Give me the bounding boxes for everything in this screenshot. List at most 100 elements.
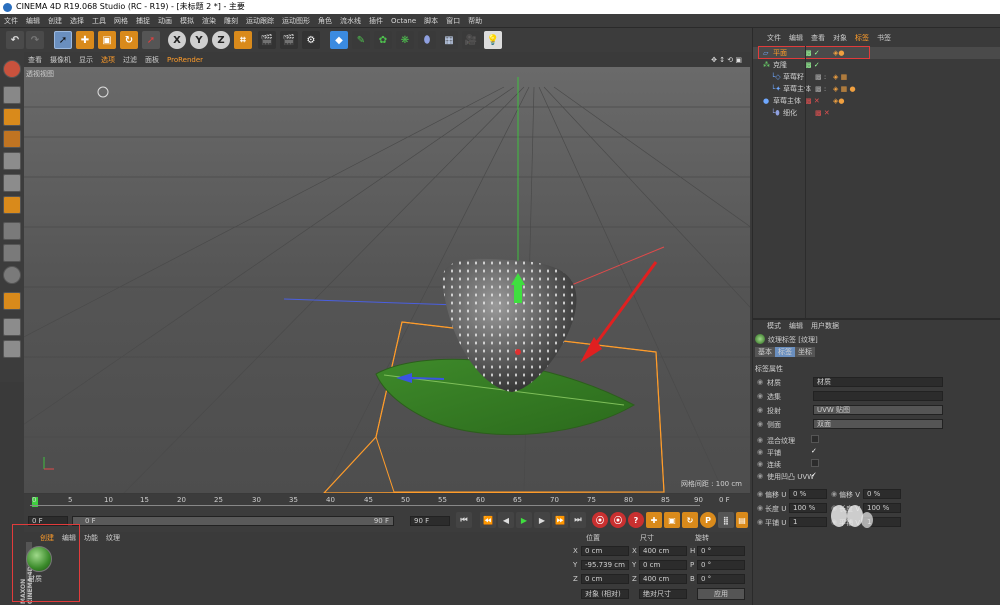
am-tab-userdata[interactable]: 用户数据: [807, 320, 843, 332]
object-row[interactable]: └⬮ 细化 ▩ ✕: [753, 107, 1000, 119]
menu-plugins[interactable]: 插件: [365, 14, 387, 28]
cube-primitive-icon[interactable]: ◆: [330, 31, 348, 49]
tweak-mode-icon[interactable]: [3, 244, 21, 262]
subtab-coordinates[interactable]: 坐标: [795, 347, 815, 357]
side-dropdown[interactable]: 双面: [813, 419, 943, 429]
om-tab-edit[interactable]: 编辑: [785, 32, 807, 44]
radio-dot[interactable]: ◉: [757, 460, 763, 468]
offset-u-field[interactable]: 0 %: [789, 489, 827, 499]
radio-dot[interactable]: ◉: [757, 378, 763, 386]
menu-select[interactable]: 选择: [66, 14, 88, 28]
render-view-icon[interactable]: 🎬: [258, 31, 276, 49]
move-tool-icon[interactable]: ✚: [76, 31, 94, 49]
object-name[interactable]: 草莓主体: [773, 95, 801, 107]
camera-icon[interactable]: 🎥: [462, 31, 480, 49]
workplane-lock-icon[interactable]: [3, 292, 21, 310]
tag-icons[interactable]: ◈●: [833, 95, 845, 107]
object-visibility-icon[interactable]: ▩ :: [815, 71, 826, 83]
menu-simulate[interactable]: 模拟: [176, 14, 198, 28]
texture-mode-icon[interactable]: [3, 108, 21, 126]
make-editable-icon[interactable]: [3, 60, 21, 78]
go-to-end-icon[interactable]: ⏭: [570, 512, 586, 528]
om-tab-file[interactable]: 文件: [763, 32, 785, 44]
vp-menu-prorender[interactable]: ProRender: [163, 54, 207, 67]
om-tab-tags[interactable]: 标签: [851, 32, 873, 44]
next-key-icon[interactable]: ⏩: [552, 512, 568, 528]
menu-pipeline[interactable]: 流水线: [336, 14, 365, 28]
deformer-icon[interactable]: ⬮: [418, 31, 436, 49]
object-name[interactable]: 细化: [783, 107, 797, 119]
mat-tab-function[interactable]: 功能: [80, 532, 102, 544]
menu-animate[interactable]: 动画: [154, 14, 176, 28]
object-row[interactable]: └◇ 草莓籽 ▩ : ◈ ▦: [753, 71, 1000, 83]
end-frame-field[interactable]: 90 F: [410, 516, 450, 526]
offset-v-field[interactable]: 0 %: [863, 489, 901, 499]
menu-help[interactable]: 帮助: [464, 14, 486, 28]
workplane-mode-icon[interactable]: [3, 130, 21, 148]
key-scale-icon[interactable]: ▣: [664, 512, 680, 528]
radio-dot[interactable]: ◉: [757, 420, 763, 428]
om-tab-bookmarks[interactable]: 书签: [873, 32, 895, 44]
radio-dot[interactable]: ◉: [757, 490, 763, 498]
radio-dot[interactable]: ◉: [757, 448, 763, 456]
vp-menu-panel[interactable]: 面板: [141, 54, 163, 67]
subdivision-surface-icon[interactable]: ✿: [374, 31, 392, 49]
axis-mode-icon[interactable]: [3, 222, 21, 240]
record-key-icon[interactable]: ⦿: [592, 512, 608, 528]
rotate-tool-icon[interactable]: ↻: [120, 31, 138, 49]
menu-motion-tracking[interactable]: 运动跟踪: [242, 14, 278, 28]
rotation-b-field[interactable]: 0 °: [697, 574, 745, 584]
edges-mode-icon[interactable]: [3, 174, 21, 192]
coord-mode-dropdown[interactable]: 对象 (相对): [581, 589, 629, 599]
apply-button[interactable]: 应用: [697, 588, 745, 600]
menu-mesh[interactable]: 网格: [110, 14, 132, 28]
rotation-p-field[interactable]: 0 °: [697, 560, 745, 570]
menu-create[interactable]: 创建: [44, 14, 66, 28]
points-mode-icon[interactable]: [3, 152, 21, 170]
redo-icon[interactable]: ↷: [26, 31, 44, 49]
select-tool-icon[interactable]: ➚: [54, 31, 72, 49]
snap-icon[interactable]: [3, 266, 21, 284]
radio-dot[interactable]: ◉: [757, 406, 763, 414]
position-y-field[interactable]: -95.739 cm: [581, 560, 629, 570]
selection-field[interactable]: [813, 391, 943, 401]
play-icon[interactable]: ▶: [516, 512, 532, 528]
object-visibility-icon[interactable]: ▩ ✓: [805, 59, 820, 71]
object-name[interactable]: 草莓籽: [783, 71, 804, 83]
key-param-icon[interactable]: P: [700, 512, 716, 528]
key-selection-icon[interactable]: ?: [628, 512, 644, 528]
object-visibility-icon[interactable]: ▩ ✕: [815, 107, 830, 119]
scale-tool-icon[interactable]: ▣: [98, 31, 116, 49]
size-mode-dropdown[interactable]: 绝对尺寸: [639, 589, 687, 599]
menu-mograph[interactable]: 运动图形: [278, 14, 314, 28]
menu-script[interactable]: 脚本: [420, 14, 442, 28]
radio-dot[interactable]: ◉: [757, 436, 763, 444]
vp-menu-filter[interactable]: 过滤: [119, 54, 141, 67]
object-row[interactable]: ● 草莓主体 ▩ ✕ ◈●: [753, 95, 1000, 107]
position-z-field[interactable]: 0 cm: [581, 574, 629, 584]
mat-tab-texture[interactable]: 纹理: [102, 532, 124, 544]
object-visibility-icon[interactable]: ▩ ✕: [805, 95, 820, 107]
menu-edit[interactable]: 编辑: [22, 14, 44, 28]
auto-key-icon[interactable]: ⦿: [610, 512, 626, 528]
size-z-field[interactable]: 400 cm: [639, 574, 687, 584]
polygons-mode-icon[interactable]: [3, 196, 21, 214]
tile-checkbox[interactable]: ✓: [811, 447, 819, 455]
vp-menu-cameras[interactable]: 摄像机: [46, 54, 75, 67]
menu-tools[interactable]: 工具: [88, 14, 110, 28]
timeline-settings-icon[interactable]: ▤: [736, 512, 748, 528]
previous-key-icon[interactable]: ⏪: [480, 512, 496, 528]
grid-icon[interactable]: [3, 318, 21, 336]
radio-dot[interactable]: ◉: [757, 472, 763, 480]
key-rotation-icon[interactable]: ↻: [682, 512, 698, 528]
solo-mode-icon[interactable]: [3, 340, 21, 358]
menu-snap[interactable]: 捕捉: [132, 14, 154, 28]
tag-icons[interactable]: ◈ ▦ ●: [833, 83, 856, 95]
undo-icon[interactable]: ↶: [6, 31, 24, 49]
cloner-icon[interactable]: ❋: [396, 31, 414, 49]
recent-tool-icon[interactable]: ➚: [142, 31, 160, 49]
key-pla-icon[interactable]: ⣿: [718, 512, 734, 528]
am-tab-mode[interactable]: 模式: [763, 320, 785, 332]
floor-icon[interactable]: ▦: [440, 31, 458, 49]
om-tab-objects[interactable]: 对象: [829, 32, 851, 44]
